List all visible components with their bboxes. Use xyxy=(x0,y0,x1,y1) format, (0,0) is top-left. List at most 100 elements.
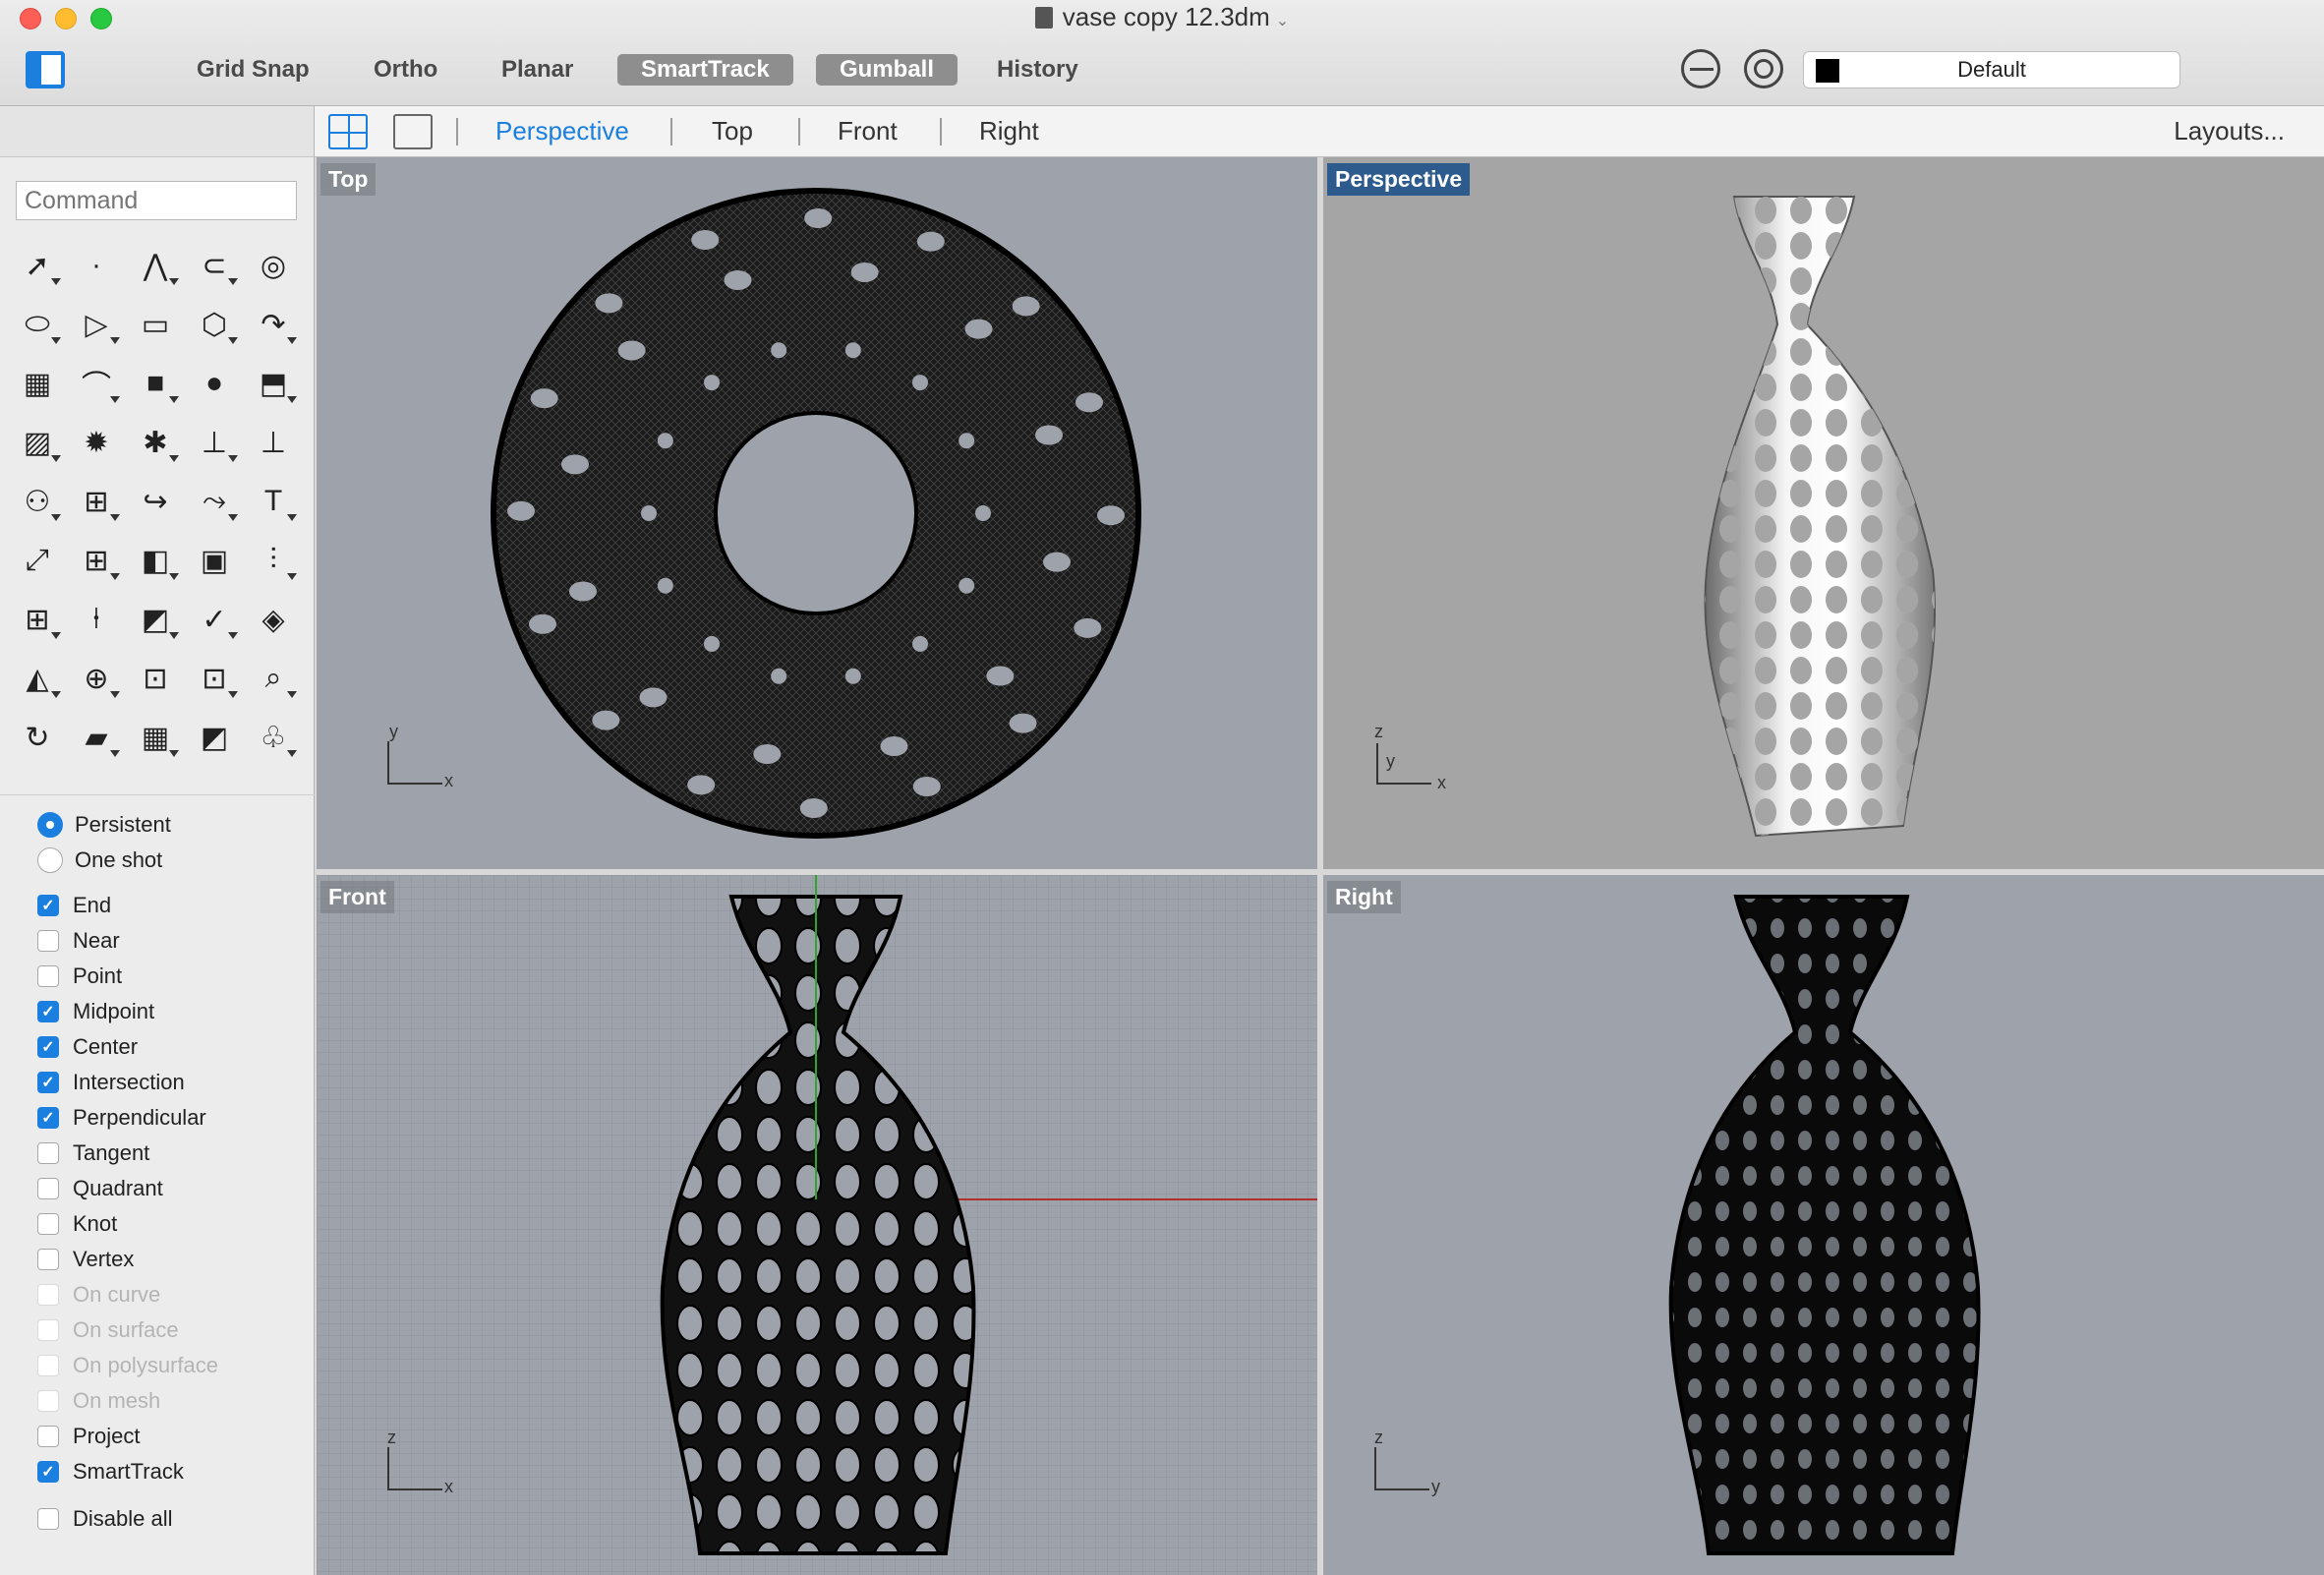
mode-button-gumball[interactable]: Gumball xyxy=(816,54,959,86)
tool-grid-array-button[interactable]: ⊞ xyxy=(8,590,67,649)
osnap-vertex[interactable]: Vertex xyxy=(0,1242,315,1277)
mode-button-smarttrack[interactable]: SmartTrack xyxy=(617,54,793,86)
tool-boolean-button[interactable]: ⚇ xyxy=(8,472,67,531)
tool-array-button[interactable]: ⊞ xyxy=(67,531,126,590)
checkbox[interactable] xyxy=(37,1178,59,1199)
tool-box-button[interactable]: ■ xyxy=(126,354,185,413)
target-icon[interactable] xyxy=(1744,49,1783,88)
tool-align-button[interactable]: ⍿ xyxy=(67,590,126,649)
tool-fillet-button[interactable]: ↷ xyxy=(244,295,303,354)
tool-arrow-select-button[interactable]: ➚ xyxy=(8,236,67,295)
tool-car-button[interactable]: ▰ xyxy=(67,708,126,767)
tool-circle-button[interactable]: ◎ xyxy=(244,236,303,295)
sidebar-toggle-icon[interactable] xyxy=(26,51,65,88)
document-title[interactable]: vase copy 12.3dm ⌄ xyxy=(0,2,2324,32)
tool-solid-tool-button[interactable]: ▣ xyxy=(185,531,244,590)
tool-zoom-in-button[interactable]: ⊕ xyxy=(67,649,126,708)
tool-cylinder-button[interactable]: ⬒ xyxy=(244,354,303,413)
tool-rectangle-button[interactable]: ▭ xyxy=(126,295,185,354)
osnap-smarttrack[interactable]: ✓ SmartTrack xyxy=(0,1454,315,1489)
tool-plane-surface-button[interactable]: ▨ xyxy=(8,413,67,472)
checkbox[interactable]: ✓ xyxy=(37,1036,59,1058)
checkbox[interactable] xyxy=(37,1213,59,1235)
osnap-tangent[interactable]: Tangent xyxy=(0,1136,315,1171)
osnap-knot[interactable]: Knot xyxy=(0,1206,315,1242)
checkbox[interactable] xyxy=(37,930,59,952)
tool-blend-button[interactable]: ⤳ xyxy=(185,472,244,531)
tool-zoom-button[interactable]: ⌕ xyxy=(244,649,303,708)
radio-button[interactable] xyxy=(37,847,63,873)
tool-scale-button[interactable]: ⤢ xyxy=(8,531,67,590)
viewport-right[interactable]: Right z y xyxy=(1323,875,2324,1575)
tool-polygon-button[interactable]: ⬡ xyxy=(185,295,244,354)
osnap-center[interactable]: ✓ Center xyxy=(0,1029,315,1065)
tool-lights-button[interactable]: ◩ xyxy=(185,708,244,767)
tool-solid-edit-button[interactable]: ✱ xyxy=(126,413,185,472)
checkbox[interactable] xyxy=(37,1426,59,1447)
tool-arc-button[interactable]: ▷ xyxy=(67,295,126,354)
tool-extract-button[interactable]: ⊥ xyxy=(185,413,244,472)
osnap-quadrant[interactable]: Quadrant xyxy=(0,1171,315,1206)
tool-check-button[interactable]: ✓ xyxy=(185,590,244,649)
tool-surface-pts-button[interactable]: ▦ xyxy=(8,354,67,413)
checkbox[interactable] xyxy=(37,1142,59,1164)
checkbox[interactable]: ✓ xyxy=(37,1001,59,1022)
tool-render-wall-button[interactable]: ⫶ xyxy=(244,531,303,590)
tool-offset-button[interactable]: ◩ xyxy=(126,590,185,649)
mode-button-planar[interactable]: Planar xyxy=(478,54,597,86)
osnap-perpendicular[interactable]: ✓ Perpendicular xyxy=(0,1100,315,1136)
osnap-intersection[interactable]: ✓ Intersection xyxy=(0,1065,315,1100)
tool-point-button[interactable]: · xyxy=(67,236,126,295)
viewport-front[interactable]: Front z x xyxy=(317,875,1317,1575)
checkbox[interactable]: ✓ xyxy=(37,1107,59,1129)
mode-button-grid-snap[interactable]: Grid Snap xyxy=(173,54,333,86)
tab-right[interactable]: Right xyxy=(979,116,1039,146)
command-input[interactable] xyxy=(16,181,297,220)
tool-text-button[interactable]: T xyxy=(244,472,303,531)
four-view-layout-icon[interactable] xyxy=(328,114,368,149)
osnap-mode-one-shot[interactable]: One shot xyxy=(0,843,315,878)
osnap-project[interactable]: Project xyxy=(0,1419,315,1454)
checkbox[interactable]: ✓ xyxy=(37,895,59,916)
tool-ellipse-button[interactable]: ⬭ xyxy=(8,295,67,354)
tool-mesh-button[interactable]: ▦ xyxy=(126,708,185,767)
tool-bulb-button[interactable]: ♧ xyxy=(244,708,303,767)
osnap-near[interactable]: Near xyxy=(0,923,315,959)
tab-front[interactable]: Front xyxy=(838,116,898,146)
tool-zoom-extents-button[interactable]: ⊡ xyxy=(185,649,244,708)
tool-loft-button[interactable]: ⌒ xyxy=(67,354,126,413)
checkbox[interactable] xyxy=(37,1508,59,1530)
osnap-toggle-icon[interactable] xyxy=(1681,49,1720,88)
tool-group-button[interactable]: ⊞ xyxy=(67,472,126,531)
tool-paint-button[interactable]: ◭ xyxy=(8,649,67,708)
mode-button-ortho[interactable]: Ortho xyxy=(350,54,461,86)
viewport-top[interactable]: Top y x xyxy=(317,157,1317,869)
tool-sphere-union-button[interactable]: ● xyxy=(185,354,244,413)
layouts-button[interactable]: Layouts... xyxy=(2174,116,2285,146)
osnap-end[interactable]: ✓ End xyxy=(0,888,315,923)
osnap-point[interactable]: Point xyxy=(0,959,315,994)
layer-select[interactable]: Default xyxy=(1803,51,2180,88)
checkbox[interactable] xyxy=(37,1249,59,1270)
osnap-mode-persistent[interactable]: Persistent xyxy=(0,807,315,843)
tool-pan-rotate-button[interactable]: ↻ xyxy=(8,708,67,767)
tool-zoom-window-button[interactable]: ⊡ xyxy=(126,649,185,708)
tool-shade-button[interactable]: ◈ xyxy=(244,590,303,649)
viewport-perspective[interactable]: Perspective z y x xyxy=(1323,157,2324,869)
mode-button-history[interactable]: History xyxy=(973,54,1102,86)
checkbox[interactable]: ✓ xyxy=(37,1461,59,1483)
tool-polyline-button[interactable]: ⋀ xyxy=(126,236,185,295)
checkbox[interactable] xyxy=(37,965,59,987)
single-view-layout-icon[interactable] xyxy=(393,114,433,149)
tool-explode-button[interactable]: ✹ xyxy=(67,413,126,472)
tool-trim-button[interactable]: ⊥ xyxy=(244,413,303,472)
tab-perspective[interactable]: Perspective xyxy=(495,116,629,146)
checkbox[interactable]: ✓ xyxy=(37,1072,59,1093)
osnap-midpoint[interactable]: ✓ Midpoint xyxy=(0,994,315,1029)
tool-edit-button[interactable]: ◧ xyxy=(126,531,185,590)
tab-top[interactable]: Top xyxy=(712,116,753,146)
tool-curve-button[interactable]: ⊂ xyxy=(185,236,244,295)
tool-curve-tangent-button[interactable]: ↪ xyxy=(126,472,185,531)
osnap-disable-all[interactable]: Disable all xyxy=(0,1501,315,1537)
radio-button[interactable] xyxy=(37,812,63,838)
